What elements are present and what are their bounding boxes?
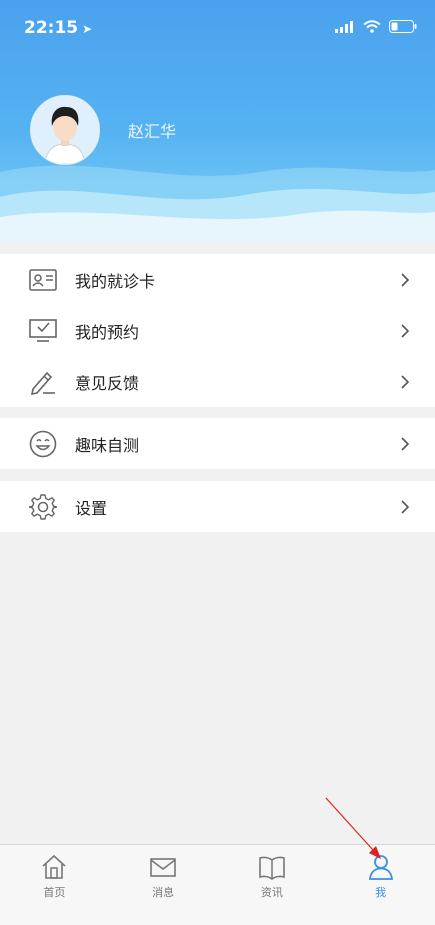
person-icon (368, 855, 393, 880)
bottom-tab-bar: 首页 消息 资讯 我 (0, 844, 435, 925)
menu-item-medical-card[interactable]: 我的就诊卡 (0, 254, 435, 305)
home-icon (42, 854, 66, 879)
tab-messages[interactable]: 消息 (109, 845, 218, 925)
chevron-right-icon (401, 499, 410, 514)
menu-label: 设置 (75, 498, 108, 518)
tab-label: 消息 (152, 886, 175, 899)
menu-item-feedback[interactable]: 意见反馈 (0, 356, 435, 407)
tab-label: 首页 (43, 886, 66, 899)
menu-label: 我的就诊卡 (75, 271, 156, 291)
appointment-icon (28, 316, 58, 346)
signal-icon (335, 20, 353, 33)
chevron-right-icon (401, 323, 410, 338)
mail-icon (150, 858, 176, 877)
tab-news[interactable]: 资讯 (218, 845, 327, 925)
status-icons (335, 20, 417, 33)
menu-item-appointments[interactable]: 我的预约 (0, 305, 435, 356)
chevron-right-icon (401, 272, 410, 287)
menu-item-settings[interactable]: 设置 (0, 481, 435, 532)
id-card-icon (28, 265, 58, 295)
menu-group-settings: 设置 (0, 481, 435, 532)
smile-icon (28, 429, 58, 459)
tab-label: 资讯 (260, 886, 283, 899)
header-waves-decoration (0, 165, 435, 242)
gear-icon (28, 492, 58, 522)
battery-icon (389, 20, 417, 33)
menu-group-records: 我的就诊卡 我的预约 意见反馈 (0, 254, 435, 407)
status-time: 22:15 ➤ (24, 18, 93, 38)
chevron-right-icon (401, 436, 410, 451)
avatar[interactable] (30, 95, 100, 165)
status-bar: 22:15 ➤ (0, 0, 435, 56)
chevron-right-icon (401, 374, 410, 389)
menu-item-self-test[interactable]: 趣味自测 (0, 418, 435, 469)
book-icon (259, 856, 285, 880)
location-arrow-icon: ➤ (82, 22, 93, 36)
menu-label: 我的预约 (75, 322, 140, 342)
menu-label: 趣味自测 (75, 435, 140, 455)
feedback-pencil-icon (28, 367, 58, 397)
tab-me[interactable]: 我 (326, 845, 435, 925)
tab-home[interactable]: 首页 (0, 845, 109, 925)
wifi-icon (363, 20, 381, 33)
user-name: 赵汇华 (128, 122, 177, 141)
menu-group-fun: 趣味自测 (0, 418, 435, 469)
avatar-person-icon (31, 96, 99, 164)
tab-label: 我 (375, 886, 387, 899)
profile-header: 22:15 ➤ 赵汇华 (0, 0, 435, 242)
menu-label: 意见反馈 (75, 373, 140, 393)
